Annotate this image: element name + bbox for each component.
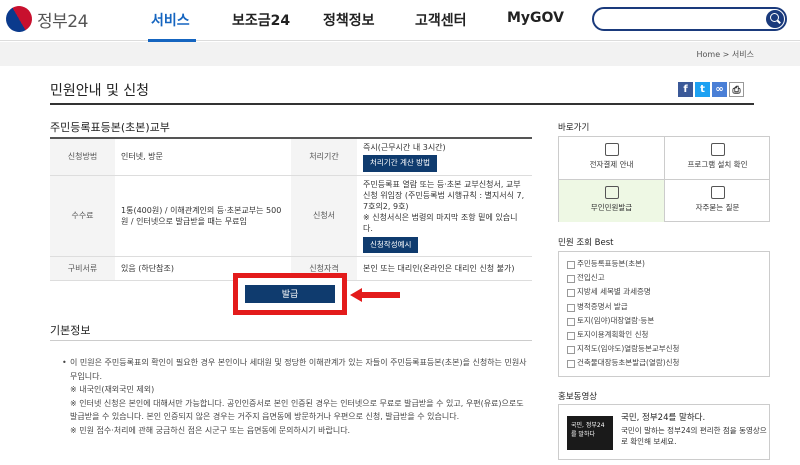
- shortcut-faq[interactable]: 자주묻는 질문: [665, 180, 770, 222]
- promo-video-thumbnail[interactable]: 국민, 정부24를 말하다: [567, 416, 613, 450]
- period-value: 즉시(근무시간 내 3시간): [363, 143, 446, 152]
- basic-info-divider: [50, 340, 532, 341]
- period-label: 처리기간: [291, 138, 357, 176]
- promo-title: 홍보동영상: [558, 392, 598, 402]
- best-list-item[interactable]: 전입신고: [567, 271, 761, 285]
- promo-description: 국민이 말하는 정부24의 편리한 점을 동영상으로 확인해 보세요.: [621, 425, 767, 446]
- basic-info-line: ※ 내국인(재외국민 제외): [70, 385, 155, 395]
- form-label: 신청서: [291, 175, 357, 258]
- method-value: 인터넷, 방문: [115, 138, 291, 176]
- fee-label: 수수료: [50, 175, 115, 258]
- arrow-left-icon: [350, 288, 400, 302]
- link-icon[interactable]: ∞: [712, 82, 727, 97]
- promo-heading: 국민, 정부24를 말하다.: [621, 413, 706, 423]
- period-cell: 즉시(근무시간 내 3시간) 처리기간 계산 방법: [357, 138, 532, 176]
- form-note: ※ 신청서식은 법령의 마지막 조항 밑에 있습니다.: [363, 213, 518, 234]
- basic-info-title: 기본정보: [50, 324, 91, 337]
- taegeuk-logo-icon: [1, 1, 37, 37]
- shortcut-label: 무인민원발급: [590, 203, 633, 212]
- qual-value: 본인 또는 대리인(온라인은 대리인 신청 불가): [357, 256, 532, 282]
- breadcrumb[interactable]: Home > 서비스: [697, 49, 755, 60]
- basic-info-text: 이 민원은 주민등록표의 확인이 필요한 경우 본인이나 세대원 및 정당한 이…: [62, 356, 528, 438]
- shortcut-label: 프로그램 설치 확인: [687, 160, 748, 169]
- grid-divider: [559, 179, 769, 180]
- nav-subsidy24[interactable]: 보조금24: [232, 10, 290, 30]
- issue-button[interactable]: 발급: [245, 285, 335, 303]
- site-header: 정부24 서비스 보조금24 정책정보 고객센터 MyGOV: [0, 0, 800, 42]
- shortcut-kiosk[interactable]: 무인민원발급: [559, 180, 664, 222]
- twitter-icon[interactable]: t: [695, 82, 710, 97]
- form-cell: 주민등록표 열람 또는 등·초본 교부신청서, 교부신청 위임장 (주민등록법 …: [357, 175, 532, 258]
- download-icon: [604, 143, 619, 156]
- docs-label: 구비서류: [50, 256, 115, 282]
- nav-policy-info[interactable]: 정책정보: [323, 10, 375, 30]
- logo-text: 정부24: [37, 11, 88, 32]
- best-list-item[interactable]: 토지이용계획확인 신청: [567, 328, 761, 342]
- method-label: 신청방법: [50, 138, 115, 176]
- kiosk-icon: [604, 186, 619, 199]
- shortcut-program-check[interactable]: 프로그램 설치 확인: [665, 137, 770, 179]
- facebook-icon[interactable]: f: [678, 82, 693, 97]
- shortcut-label: 전자결제 안내: [589, 160, 634, 169]
- best-list-item[interactable]: 지적도(임야도)열람등본교부신청: [567, 342, 761, 356]
- period-calc-button[interactable]: 처리기간 계산 방법: [363, 155, 437, 172]
- promo-text: 국민, 정부24를 말하다. 국민이 말하는 정부24의 편리한 점을 동영상으…: [621, 412, 767, 447]
- form-example-button[interactable]: 신청작성예시: [363, 236, 419, 254]
- form-value: 주민등록표 열람 또는 등·초본 교부신청서, 교부신청 위임장 (주민등록법 …: [363, 179, 525, 212]
- issue-highlight-box: 발급: [233, 273, 347, 315]
- shortcut-e-payment[interactable]: 전자결제 안내: [559, 137, 664, 179]
- best-list: 주민등록표등본(초본) 전입신고 지방세 세목별 과세증명 병적증명서 발급 토…: [558, 251, 770, 377]
- share-toolbar: f t ∞ ⎙: [678, 82, 744, 97]
- best-list-item[interactable]: 토지(임야)대장열람·등본: [567, 314, 761, 328]
- best-title: 민원 조회 Best: [558, 238, 614, 248]
- promo-video[interactable]: 국민, 정부24를 말하다 국민, 정부24를 말하다. 국민이 말하는 정부2…: [558, 404, 770, 460]
- service-name: 주민등록표등본(초본)교부: [50, 121, 170, 134]
- nav-customer-center[interactable]: 고객센터: [415, 10, 467, 30]
- best-list-item[interactable]: 건축물대장등초본발급(열람)신청: [567, 356, 761, 370]
- best-list-item[interactable]: 주민등록표등본(초본): [567, 257, 761, 271]
- shortcut-grid: 전자결제 안내 프로그램 설치 확인 무인민원발급 자주묻는 질문: [558, 136, 770, 222]
- service-info-table: 신청방법 인터넷, 방문 처리기간 즉시(근무시간 내 3시간) 처리기간 계산…: [50, 137, 532, 282]
- nav-mygov[interactable]: MyGOV: [507, 10, 564, 26]
- shortcut-title: 바로가기: [558, 123, 590, 133]
- best-list-item[interactable]: 지방세 세목별 과세증명: [567, 285, 761, 299]
- fee-value: 1통(400원) / 이해관계인의 등·초본교부는 500원 / 인터넷으로 발…: [115, 175, 291, 258]
- title-divider: [50, 103, 754, 105]
- monitor-icon: [710, 143, 725, 156]
- basic-info-line: 이 민원은 주민등록표의 확인이 필요한 경우 본인이나 세대원 및 정당한 이…: [62, 356, 528, 383]
- nav-services[interactable]: 서비스: [151, 10, 190, 30]
- page-title: 민원안내 및 신청: [50, 83, 150, 99]
- chat-icon: [710, 186, 725, 199]
- search-icon[interactable]: [766, 10, 784, 28]
- site-logo[interactable]: 정부24: [1, 1, 88, 37]
- basic-info-line: ※ 민원 접수·처리에 관해 궁금하신 점은 시군구 또는 읍면동에 문의하시기…: [70, 425, 351, 435]
- breadcrumb-bar: Home > 서비스: [0, 42, 800, 66]
- shortcut-label: 자주묻는 질문: [695, 203, 740, 212]
- best-list-item[interactable]: 병적증명서 발급: [567, 300, 761, 314]
- search-input[interactable]: [592, 7, 787, 31]
- basic-info-line: ※ 인터넷 신청은 본인에 대해서만 가능합니다. 공인인증서로 본인 인증된 …: [70, 398, 524, 422]
- print-icon[interactable]: ⎙: [729, 82, 744, 97]
